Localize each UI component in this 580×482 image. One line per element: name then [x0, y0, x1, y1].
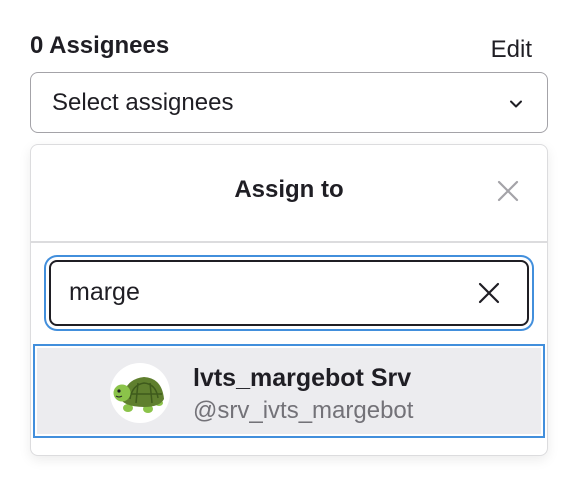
turtle-avatar-icon [110, 363, 170, 423]
user-result-item[interactable]: lvts_margebot Srv @srv_ivts_margebot [33, 344, 545, 438]
chevron-down-icon [510, 100, 522, 108]
assignee-select[interactable]: Select assignees [30, 72, 548, 133]
dropdown-title: Assign to [234, 176, 344, 203]
clear-icon[interactable] [478, 282, 500, 304]
search-input[interactable]: marge [49, 260, 529, 326]
assignee-dropdown: Assign to marge lvts_margebot Srv @srv_i… [30, 144, 548, 456]
user-name: lvts_margebot Srv [193, 364, 412, 392]
assignee-select-value: Select assignees [52, 89, 234, 116]
assignees-header: 0 Assignees Edit [30, 30, 532, 64]
edit-link[interactable]: Edit [491, 36, 532, 64]
user-handle: @srv_ivts_margebot [193, 397, 414, 424]
dropdown-divider [31, 241, 547, 243]
assignee-count-title: 0 Assignees [30, 32, 170, 59]
close-icon[interactable] [497, 180, 519, 202]
search-input-value[interactable]: marge [69, 278, 140, 307]
